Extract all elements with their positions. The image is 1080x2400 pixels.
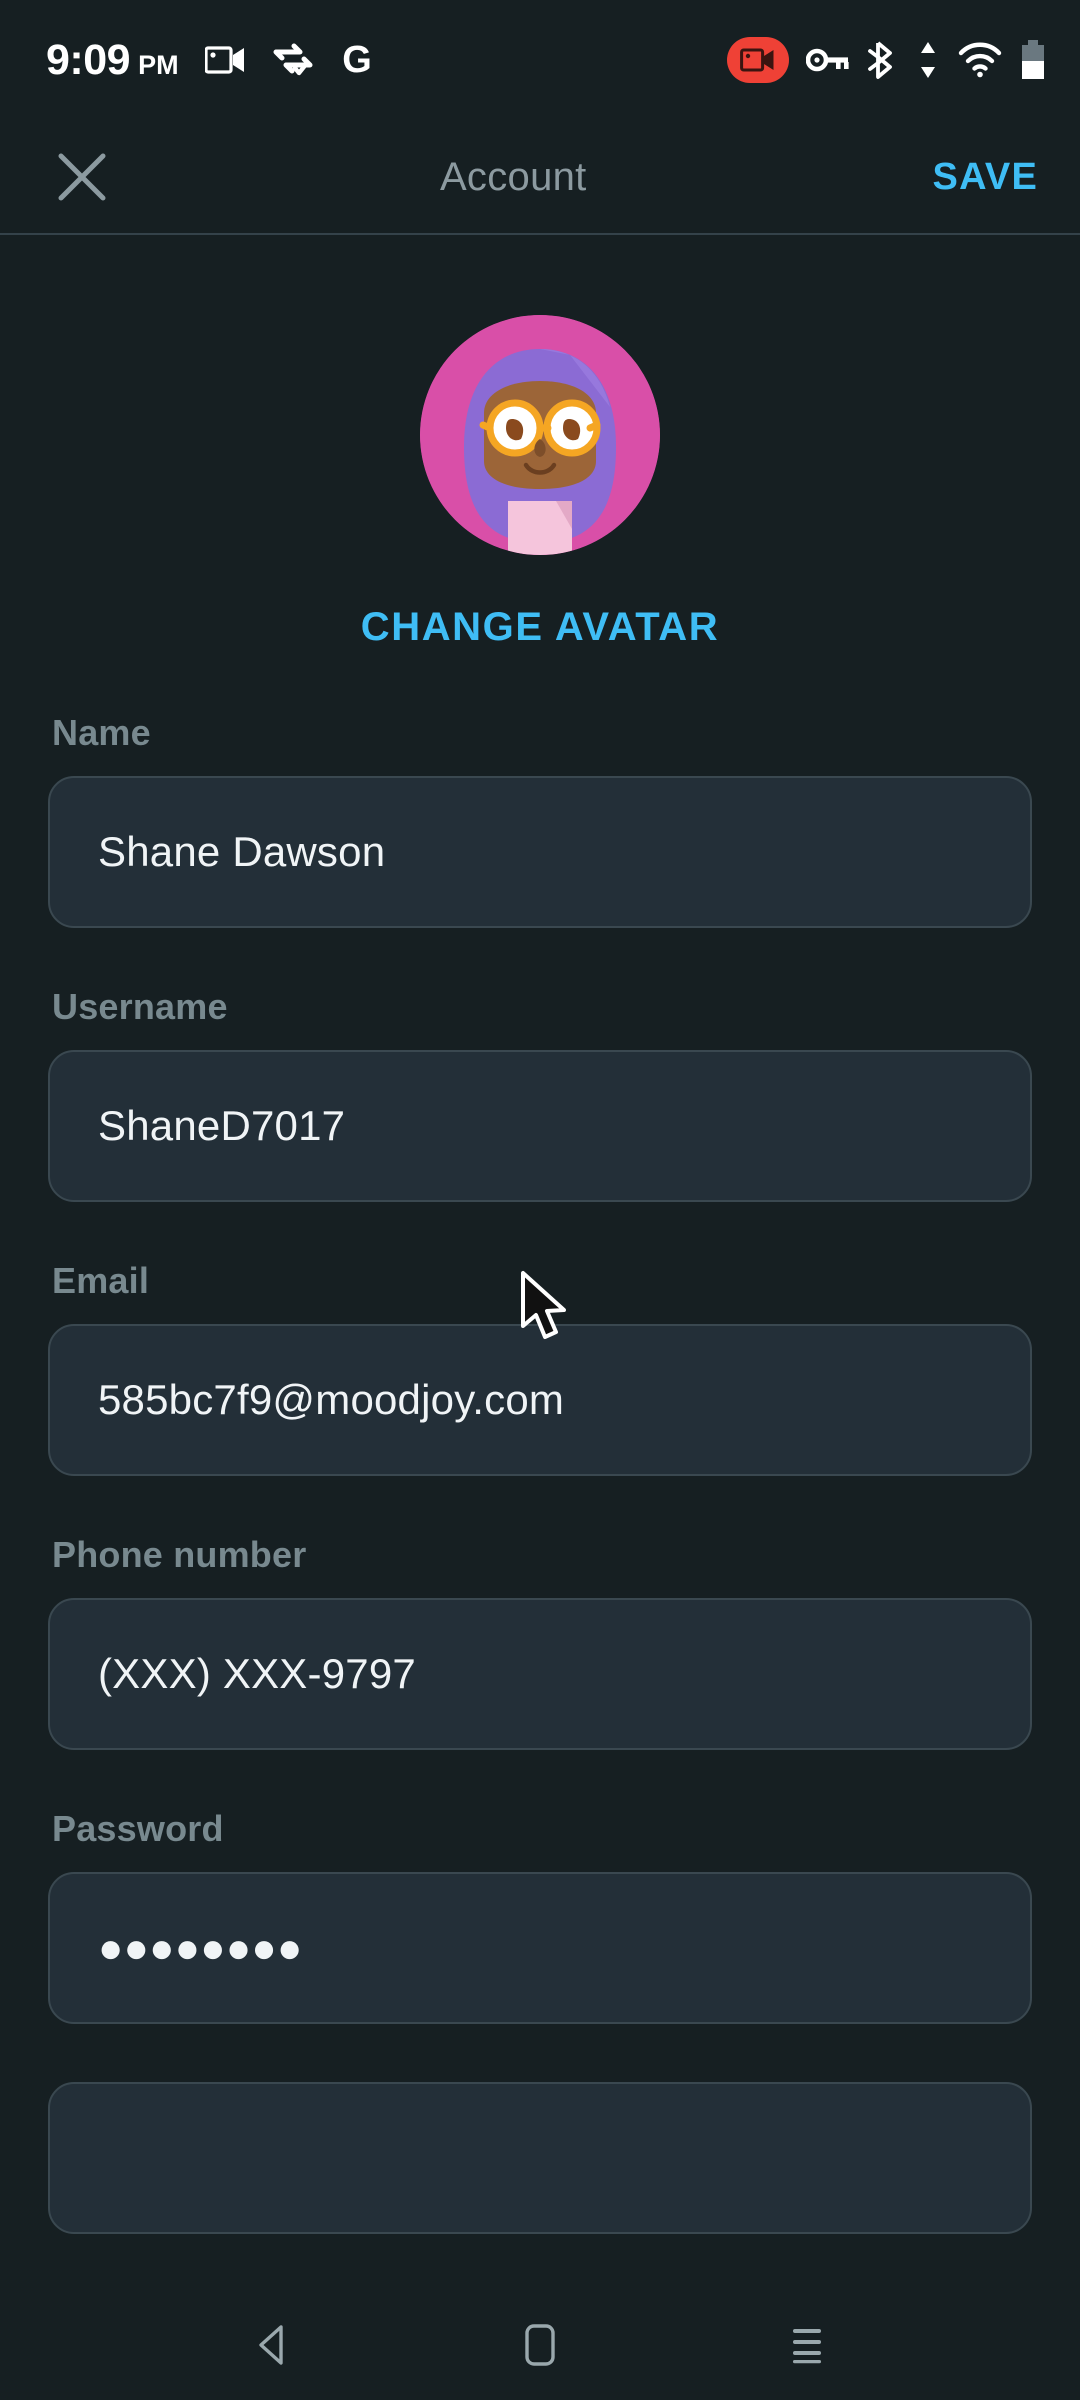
google-icon: G <box>339 41 375 79</box>
save-button[interactable]: SAVE <box>927 148 1044 207</box>
svg-text:G: G <box>342 41 372 79</box>
next-input-partial[interactable] <box>48 2082 1032 2234</box>
field-next-partial <box>48 2082 1032 2234</box>
field-label-password: Password <box>52 1808 224 1849</box>
phone-number-input[interactable]: (XXX) XXX-9797 <box>48 1598 1032 1750</box>
back-button[interactable] <box>213 2290 333 2400</box>
field-label-phone-number: Phone number <box>52 1534 307 1575</box>
vpn-connected-icon <box>273 43 313 77</box>
field-label-email: Email <box>52 1260 150 1301</box>
vpn-key-icon <box>806 45 850 75</box>
name-input-value: Shane Dawson <box>98 828 386 875</box>
form-fields: Name Shane Dawson Username ShaneD7017 Em… <box>0 712 1080 2234</box>
email-input-value: 585bc7f9@moodjoy.com <box>98 1376 565 1423</box>
password-input[interactable]: ●●●●●●●● <box>48 1872 1032 2024</box>
field-phone-number: Phone number (XXX) XXX-9797 <box>48 1534 1032 1750</box>
video-camera-icon <box>204 44 247 76</box>
field-name: Name Shane Dawson <box>48 712 1032 928</box>
field-username: Username ShaneD7017 <box>48 986 1032 1202</box>
field-email: Email 585bc7f9@moodjoy.com <box>48 1260 1032 1476</box>
email-input[interactable]: 585bc7f9@moodjoy.com <box>48 1324 1032 1476</box>
avatar-section: CHANGE AVATAR <box>0 235 1080 650</box>
name-input[interactable]: Shane Dawson <box>48 776 1032 928</box>
recent-apps-button[interactable] <box>747 2290 867 2400</box>
wifi-icon <box>957 42 1003 78</box>
field-label-name: Name <box>52 712 151 753</box>
password-input-value: ●●●●●●●● <box>98 1924 303 1971</box>
username-input[interactable]: ShaneD7017 <box>48 1050 1032 1202</box>
status-bar: 9:09 PM G <box>0 0 1080 120</box>
clock-time: 9:09 <box>46 35 131 84</box>
battery-icon <box>1020 39 1046 81</box>
account-form-scroll[interactable]: CHANGE AVATAR Name Shane Dawson Username… <box>0 235 1080 2235</box>
phone-number-input-value: (XXX) XXX-9797 <box>98 1650 416 1697</box>
app-bar: Account SAVE <box>0 120 1080 234</box>
screen-recording-badge-icon <box>727 37 789 83</box>
home-button[interactable] <box>480 2290 600 2400</box>
bluetooth-icon <box>867 40 899 80</box>
avatar[interactable] <box>420 315 660 555</box>
clock-ampm: PM <box>138 49 179 80</box>
page-title: Account <box>439 154 587 199</box>
system-navigation-bar <box>0 2290 1080 2400</box>
change-avatar-link[interactable]: CHANGE AVATAR <box>361 605 720 650</box>
data-transfer-icon <box>916 40 940 80</box>
status-bar-left: 9:09 PM G <box>46 35 375 84</box>
status-bar-clock: 9:09 PM <box>46 35 179 84</box>
status-bar-right <box>727 37 1046 83</box>
username-input-value: ShaneD7017 <box>98 1102 346 1149</box>
field-password: Password ●●●●●●●● <box>48 1808 1032 2024</box>
field-label-username: Username <box>52 986 228 1027</box>
